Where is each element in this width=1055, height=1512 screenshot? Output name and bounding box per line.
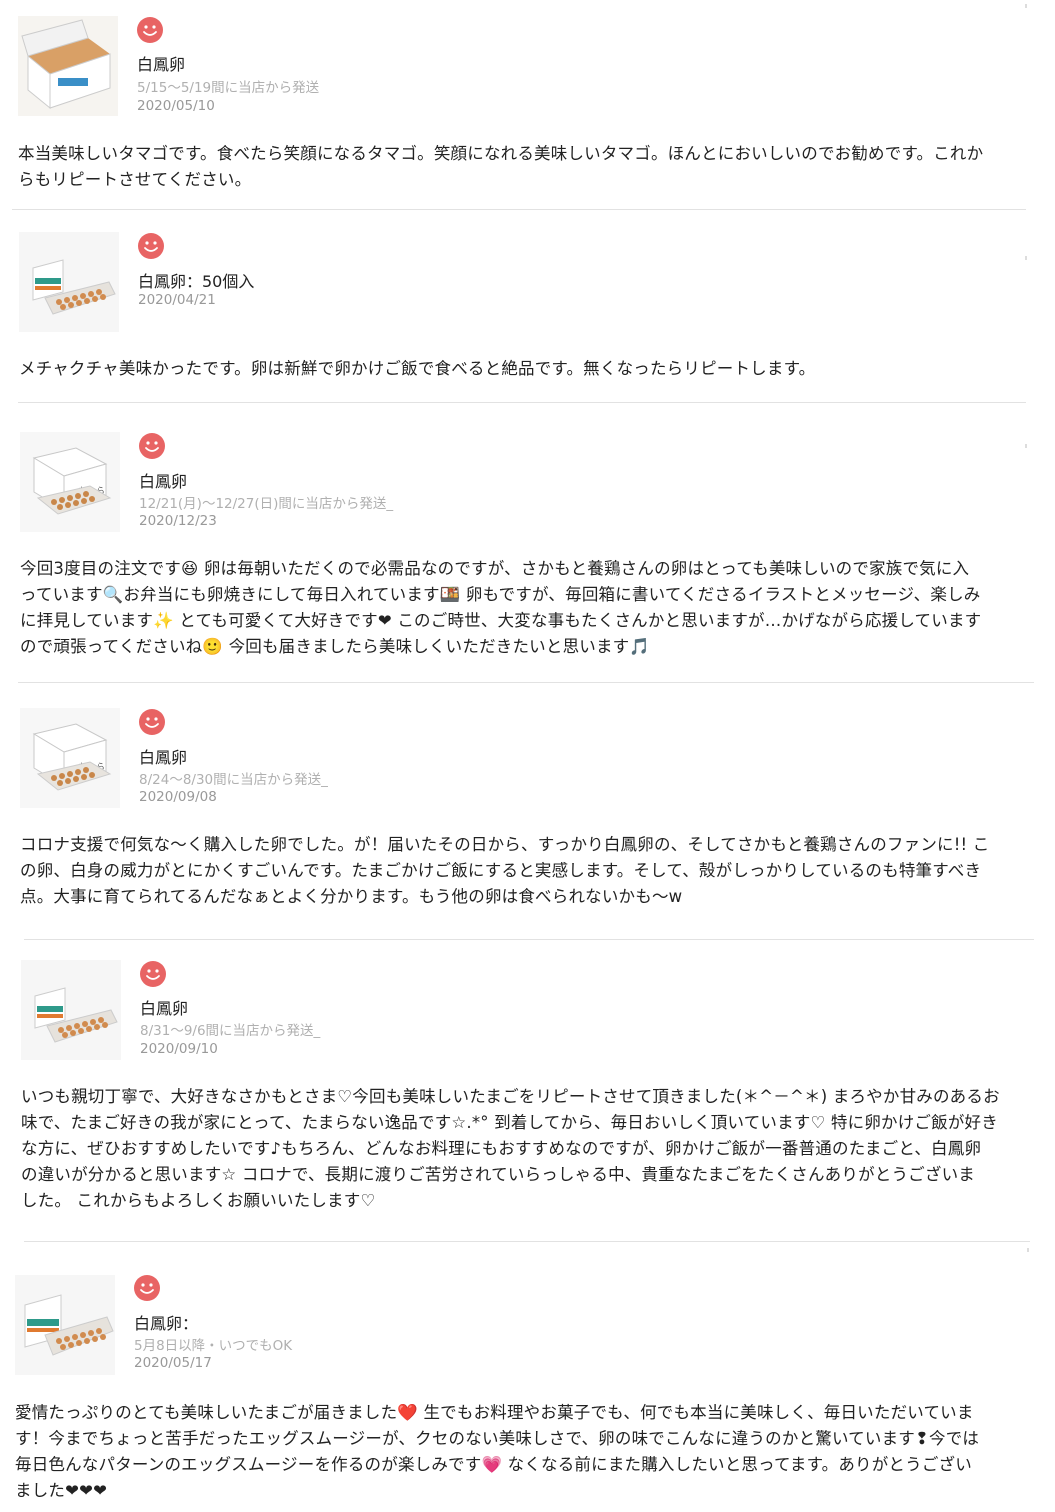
review-date: 2020/09/08 [139, 789, 217, 805]
review-date: 2020/04/21 [138, 292, 216, 308]
scroll-marker [1025, 4, 1027, 8]
review-text: コロナ支援で何気な～く購入した卵でした。が！届いたその日から、すっかり白鳳卵の、… [20, 835, 990, 906]
divider [18, 682, 1034, 683]
shipping-info: 8/24～8/30間に当店から発送_ [139, 772, 328, 788]
shipping-info: 8/31～9/6間に当店から発送_ [140, 1023, 321, 1039]
review-date: 2020/09/10 [140, 1041, 218, 1057]
smile-face-icon [139, 433, 165, 459]
product-thumbnail[interactable] [21, 960, 121, 1060]
product-name[interactable]: 白鳳卵 [137, 51, 185, 75]
review-date: 2020/12/23 [139, 513, 217, 529]
product-name[interactable]: 白鳳卵 [139, 744, 187, 768]
product-thumbnail[interactable]: ちぇら [20, 708, 120, 808]
product-name[interactable]: 白鳳卵 [140, 995, 188, 1019]
product-name[interactable]: 白鳳卵： [134, 1310, 198, 1334]
scroll-marker [1027, 1248, 1029, 1252]
review-date: 2020/05/17 [134, 1355, 212, 1371]
smile-face-icon [137, 17, 163, 43]
review-text: いつも親切丁寧で、大好きなさかもとさま♡今回も美味しいたまごをリピートさせて頂き… [21, 1087, 1000, 1210]
review-text: 愛情たっぷりのとても美味しいたまごが届きました❤️ 生でもお料理やお菓子でも、何… [15, 1403, 980, 1500]
product-thumbnail[interactable] [15, 1275, 115, 1375]
product-thumbnail[interactable] [19, 232, 119, 332]
smile-face-icon [134, 1275, 160, 1301]
shipping-info: 5月8日以降・いつでもOK [134, 1338, 293, 1354]
smile-face-icon [139, 709, 165, 735]
smile-face-icon [138, 233, 164, 259]
review-text: メチャクチャ美味かったです。卵は新鮮で卵かけご飯で食べると絶品です。無くなったら… [19, 359, 816, 378]
divider [12, 209, 1026, 210]
smile-face-icon [140, 961, 166, 987]
scroll-marker [1025, 256, 1027, 260]
divider [24, 939, 1034, 940]
review-date: 2020/05/10 [137, 98, 215, 114]
divider [18, 402, 1026, 403]
scroll-marker [1025, 444, 1027, 448]
product-name[interactable]: 白鳳卵 [139, 468, 187, 492]
product-name[interactable]: 白鳳卵：50個入 [138, 268, 254, 292]
product-thumbnail[interactable] [18, 16, 118, 116]
review-text: 今回3度目の注文です😆 卵は毎朝いただくので必需品なのですが、さかもと養鶏さんの… [20, 559, 982, 656]
shipping-info: 5/15～5/19間に当店から発送 [137, 80, 320, 96]
divider [24, 1241, 1030, 1242]
shipping-info: 12/21(月)～12/27(日)間に当店から発送_ [139, 496, 394, 512]
review-text: 本当美味しいタマゴです。食べたら笑顔になるタマゴ。笑顔になれる美味しいタマゴ。ほ… [18, 144, 984, 189]
product-thumbnail[interactable]: ちぇら [20, 432, 120, 532]
